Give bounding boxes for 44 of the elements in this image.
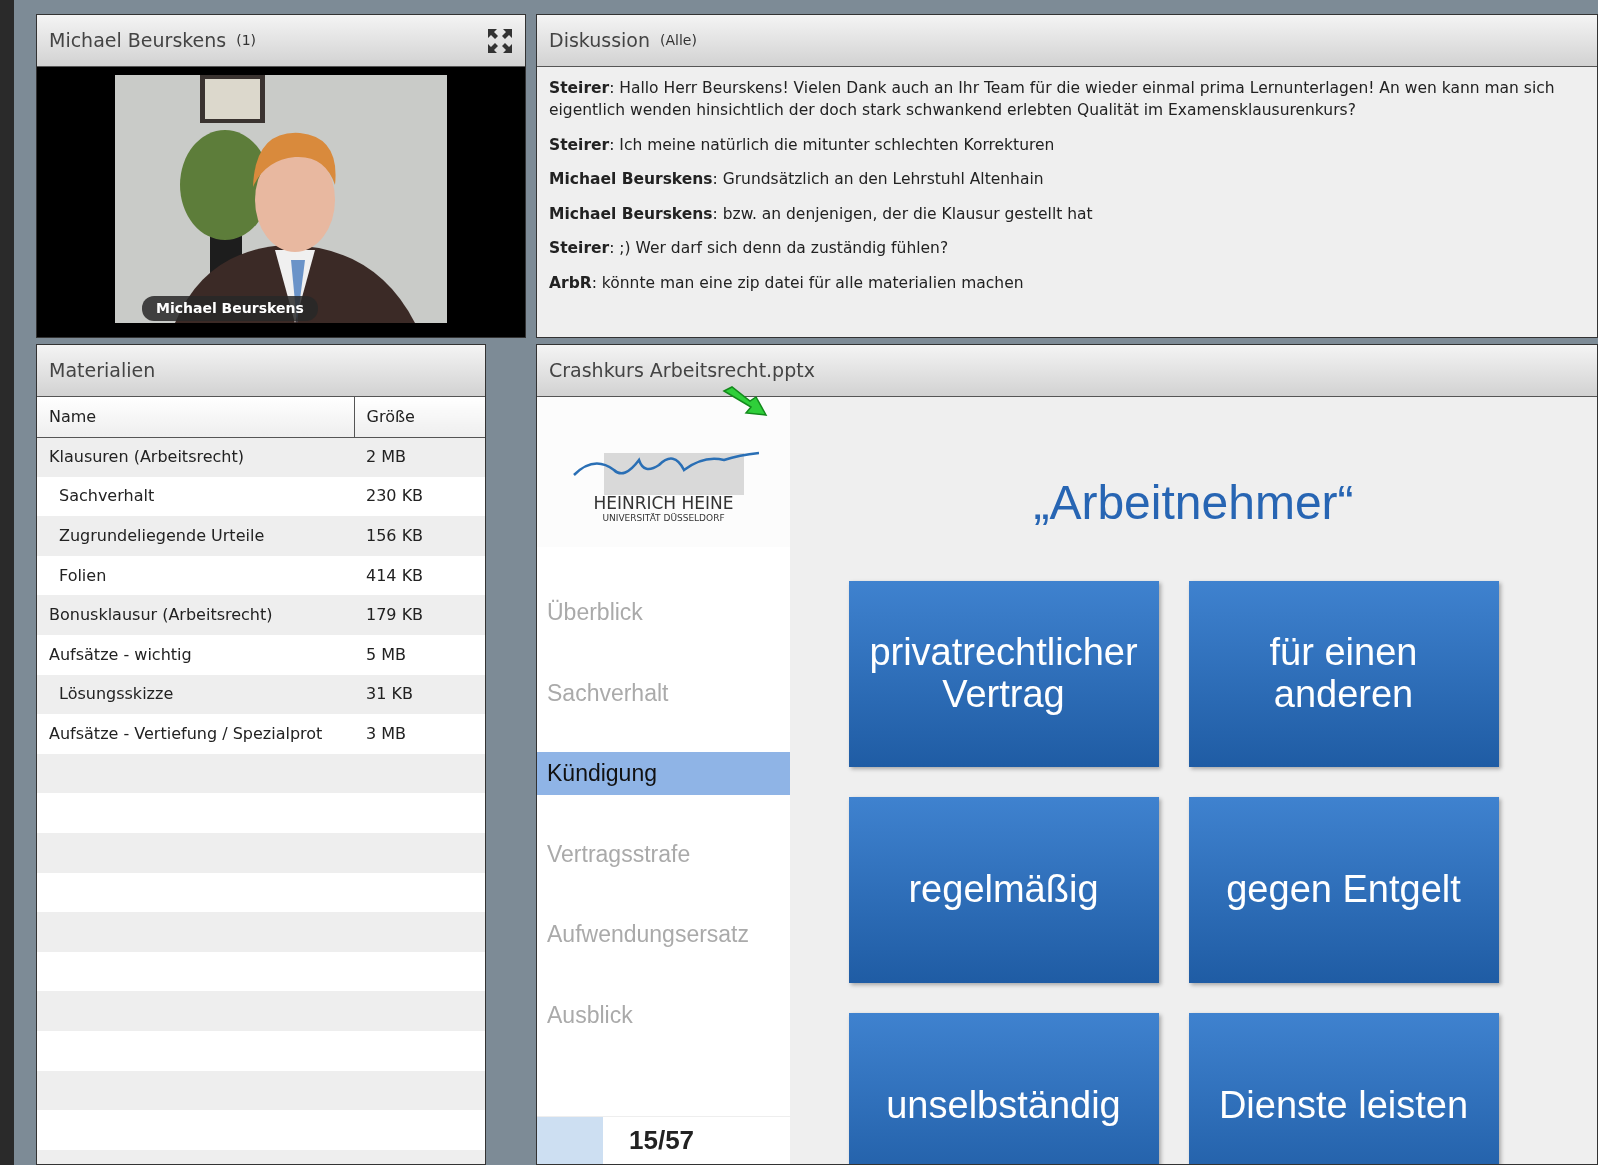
slide-title: „Arbeitnehmer“ [1033, 475, 1354, 531]
panel-title: Diskussion [549, 28, 650, 54]
file-name[interactable]: Sachverhalt [37, 476, 354, 517]
file-name[interactable]: Aufsätze - wichtig [37, 634, 354, 675]
logo-text: HEINRICH HEINE [593, 494, 734, 512]
chat-message: Michael Beurskens: Grundsätzlich an den Lehrstuhl Altenhain [549, 169, 1045, 191]
file-size: 156 KB [354, 516, 485, 556]
chat-filter[interactable]: (Alle) [660, 30, 697, 51]
chat-message: ArbR: könnte man eine zip datei für alle materialien machen [549, 272, 1025, 294]
slide-nav-item[interactable]: Kündigung [537, 752, 790, 795]
chat-message: Steirer: ;) Wer darf sich denn da zuständig fühlen? [549, 238, 950, 260]
slide-tile: privatrechtlicher Vertrag [848, 581, 1159, 767]
file-name[interactable]: Aufsätze - Vertiefung / Spezialprot [37, 714, 354, 754]
slide-tile: gegen Entgelt [1188, 797, 1499, 983]
pointer-arrow-icon [722, 385, 768, 417]
file-size: 3 MB [354, 714, 485, 754]
panel-title: Crashkurs Arbeitsrecht.pptx [549, 358, 815, 384]
file-name[interactable]: Folien [37, 555, 354, 596]
file-size: 414 KB [354, 555, 485, 596]
chat-message: Michael Beurskens: bzw. an denjenigen, der die Klausur gestellt hat [549, 203, 1094, 225]
logo-subtext: UNIVERSITÄT DÜSSELDORF [602, 511, 725, 525]
panel-title: Materialien [49, 358, 156, 384]
participant-count: (1) [236, 31, 257, 50]
fullscreen-icon[interactable] [487, 27, 513, 54]
panel-title: Michael Beurskens [49, 28, 227, 54]
file-size: 2 MB [354, 437, 485, 477]
slide-tile: unselbständig [848, 1013, 1159, 1164]
column-header[interactable]: Name [37, 397, 354, 437]
column-header[interactable]: Größe [354, 397, 485, 437]
slide-tile: Dienste leisten [1188, 1013, 1499, 1164]
slide-tile: regelmäßig [848, 797, 1159, 983]
file-name[interactable]: Bonusklausur (Arbeitsrecht) [37, 595, 354, 635]
file-size: 230 KB [354, 476, 485, 517]
chat-message: Steirer: Hallo Herr Beurskens! Vielen Dank auch an Ihr Team für die wieder einmal prima Lernunterlagen! An wen kann man sich eigentlich wenden hinsichtlich der doch stark schwankend erlebten Qualität im Examensklausurenkurs? [549, 78, 1556, 122]
video-caption: Michael Beurskens [142, 296, 318, 321]
file-size: 179 KB [354, 595, 485, 635]
file-name[interactable]: Zugrundeliegende Urteile [37, 516, 354, 556]
file-name[interactable]: Lösungsskizze [37, 674, 354, 715]
file-size: 31 KB [354, 674, 485, 715]
slide-counter: 15/57 [629, 1124, 695, 1157]
file-size: 5 MB [354, 634, 485, 675]
slide-tile: für einen anderen [1188, 581, 1499, 767]
chat-message: Steirer: Ich meine natürlich die mitunter schlechten Korrekturen [549, 134, 1056, 156]
file-name[interactable]: Klausuren (Arbeitsrecht) [37, 437, 354, 477]
